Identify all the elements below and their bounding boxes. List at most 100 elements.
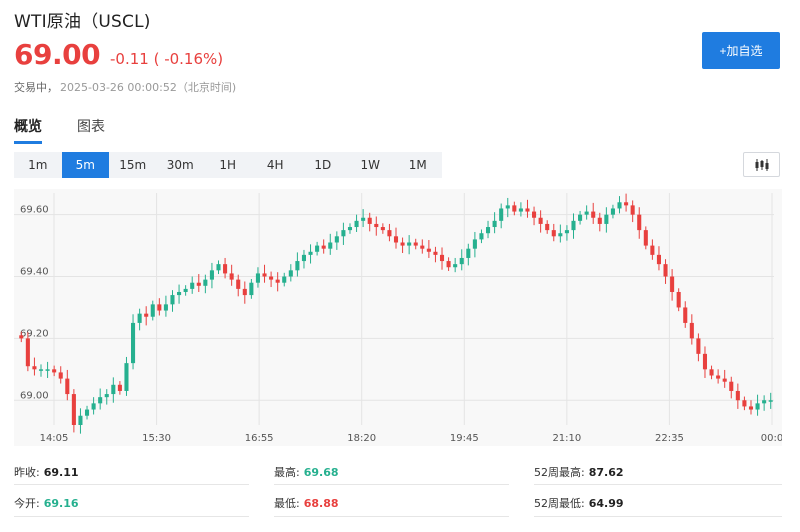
candle-body	[144, 313, 149, 317]
candle-body	[578, 214, 583, 221]
candle-body	[84, 409, 90, 416]
interval-4h[interactable]: 4H	[252, 152, 300, 178]
stat-open-value: 69.16	[43, 497, 79, 510]
candle-body	[689, 322, 694, 339]
candle-body	[242, 288, 247, 296]
candle-body	[78, 415, 83, 425]
stat-prev-close: 昨收: 69.11	[14, 464, 79, 480]
candle-body	[716, 375, 721, 379]
candle-body	[479, 233, 484, 240]
divider	[534, 516, 782, 517]
y-tick-label: 69.20	[20, 328, 49, 339]
candle-body	[512, 205, 517, 212]
candle-body	[545, 223, 550, 231]
price-chart-svg[interactable]: 69.60 69.40 69.20 69.00 14:05 15:30 16:55 18:20…	[14, 189, 782, 446]
y-tick-label: 69.40	[20, 267, 49, 278]
candle-body	[762, 400, 767, 404]
x-tick-label: 18:20	[347, 433, 376, 444]
x-tick-label: 22:35	[655, 433, 684, 444]
interval-1w[interactable]: 1W	[347, 152, 395, 178]
candle-body	[124, 363, 129, 391]
candle-body	[755, 403, 760, 410]
candle-body	[216, 264, 221, 271]
view-tabs: 概览 图表	[14, 114, 140, 144]
candle-body	[98, 397, 103, 404]
stat-high: 最高: 69.68	[274, 464, 339, 480]
candle-body	[361, 217, 366, 221]
tab-overview[interactable]: 概览	[14, 114, 42, 144]
candle-body	[538, 217, 543, 224]
stat-52w-low: 52周最低: 64.99	[534, 495, 624, 511]
interval-1m[interactable]: 1m	[14, 152, 62, 178]
price-change: -0.11 ( -0.16%)	[110, 50, 224, 68]
candle-body	[380, 227, 385, 231]
candle-body	[735, 390, 740, 401]
candle-body	[209, 270, 214, 280]
candle-body	[308, 251, 313, 255]
y-tick-label: 69.60	[20, 205, 49, 216]
candle-body	[177, 291, 182, 296]
divider	[274, 484, 509, 485]
interval-5m[interactable]: 5m	[61, 152, 109, 178]
candle-body	[170, 295, 175, 305]
x-tick-label: 00:0	[761, 433, 782, 444]
instrument-title: WTI原油（USCL)	[14, 12, 151, 32]
candlestick-icon	[755, 158, 768, 171]
candle-body	[52, 369, 57, 373]
add-to-watchlist-button[interactable]: +加自选	[702, 32, 780, 69]
candle-body	[768, 400, 773, 402]
candle-body	[354, 220, 359, 228]
stat-52w-high-value: 87.62	[588, 466, 624, 479]
candle-body	[525, 208, 530, 212]
price-chart[interactable]: 69.60 69.40 69.20 69.00 14:05 15:30 16:55 18:20…	[14, 189, 782, 446]
x-tick-label: 21:10	[552, 433, 581, 444]
candle-body	[91, 403, 96, 410]
candle-body	[229, 273, 234, 280]
candle-body	[407, 242, 412, 246]
candle-body	[485, 227, 491, 234]
candle-body	[203, 279, 208, 286]
timestamp: 2025-03-26 00:00:52（北京时间)	[60, 81, 237, 94]
stat-prev-close-label: 昨收:	[14, 466, 40, 479]
candle-body	[584, 211, 589, 215]
divider	[274, 516, 509, 517]
candle-body	[564, 230, 569, 234]
candle-body	[676, 291, 681, 308]
chart-type-button[interactable]	[743, 152, 780, 177]
candle-body	[597, 217, 602, 224]
interval-1h[interactable]: 1H	[204, 152, 252, 178]
candle-body	[150, 304, 155, 317]
candle-body	[104, 394, 109, 398]
candle-body	[729, 381, 734, 391]
interval-1mo[interactable]: 1M	[394, 152, 442, 178]
stat-52w-low-value: 64.99	[588, 497, 624, 510]
candle-body	[558, 233, 563, 237]
candle-body	[393, 236, 399, 243]
candle-body	[702, 353, 708, 370]
interval-1d[interactable]: 1D	[299, 152, 347, 178]
candle-body	[262, 273, 267, 277]
x-tick-label: 15:30	[142, 433, 171, 444]
tab-chart[interactable]: 图表	[77, 114, 105, 144]
stat-52w-low-label: 52周最低:	[534, 497, 585, 510]
candle-body	[453, 264, 458, 268]
candle-body	[71, 394, 76, 425]
candle-body	[157, 304, 162, 311]
candle-body	[387, 230, 392, 237]
candle-body	[466, 248, 471, 258]
stat-low-value: 68.88	[303, 497, 339, 510]
interval-30m[interactable]: 30m	[157, 152, 205, 178]
stat-52w-high-label: 52周最高:	[534, 466, 585, 479]
candle-body	[163, 304, 168, 311]
candle-body	[630, 205, 635, 215]
last-price: 69.00	[14, 38, 101, 71]
candle-body	[748, 406, 754, 410]
interval-selector: 1m 5m 15m 30m 1H 4H 1D 1W 1M	[14, 152, 442, 178]
candle-body	[38, 369, 44, 371]
divider	[14, 484, 249, 485]
candle-body	[683, 307, 688, 323]
candle-body	[499, 208, 504, 221]
interval-15m[interactable]: 15m	[109, 152, 157, 178]
candle-body	[288, 270, 293, 277]
candle-body	[696, 338, 701, 354]
